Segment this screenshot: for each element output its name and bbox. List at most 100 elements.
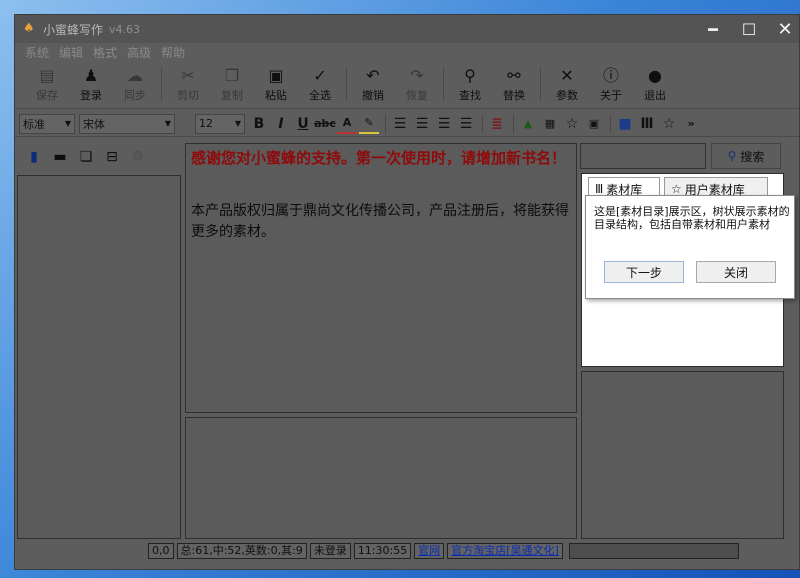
menu-help[interactable]: 帮助	[161, 44, 185, 61]
editor-panel[interactable]	[185, 143, 577, 413]
toolbar-button-label: 查找	[459, 89, 481, 102]
menu-system[interactable]: 系统	[25, 44, 49, 61]
align-center-icon[interactable]: ☰	[412, 114, 432, 134]
user-icon: ♟	[83, 66, 99, 85]
outline-icon[interactable]: ⊟	[101, 146, 123, 168]
toolbar-button-replace[interactable]: ⚯ 替换	[492, 61, 536, 107]
magnifier-icon: ⚲	[727, 149, 737, 163]
toolbar-button-undo[interactable]: ↶ 撤销	[351, 61, 395, 107]
font-select-value: 宋体	[83, 117, 105, 131]
menu-bar: 系统 编辑 格式 高级 帮助	[15, 43, 799, 61]
book-icon[interactable]: ▮	[23, 146, 45, 168]
align-left-icon[interactable]: ☰	[390, 114, 410, 134]
search-button[interactable]: ⚲ 搜索	[711, 143, 781, 169]
next-step-button[interactable]: 下一步	[604, 261, 684, 283]
divider	[161, 67, 162, 101]
font-size-select[interactable]: 12 ▼	[195, 113, 245, 134]
exit-icon: ●	[648, 66, 662, 85]
toolbar-button-scissors[interactable]: ✂ 剪切	[166, 61, 210, 107]
strikethrough-icon[interactable]: abc	[314, 114, 336, 134]
paragraph-icon[interactable]: ≣	[487, 114, 507, 134]
toolbar-button-label: 关于	[600, 89, 622, 102]
favorite-icon[interactable]: ☆	[659, 114, 679, 134]
menu-format[interactable]: 格式	[93, 44, 117, 61]
status-bar: 0,0 总:61,中:52,英数:0,其:9 未登录 11:30:55 官网 官…	[15, 541, 799, 561]
toolbar-button-label: 全选	[309, 89, 331, 102]
menu-advanced[interactable]: 高级	[127, 44, 151, 61]
tooltip-close-button[interactable]: 关闭	[696, 261, 776, 283]
layout-icon[interactable]: ■	[615, 114, 635, 134]
title-bar[interactable]: ♠ 小蜜蜂写作 v4.63 ━ ☐ ✕	[15, 15, 799, 43]
star-icon[interactable]: ☆	[562, 114, 582, 134]
folder-icon[interactable]: ▬	[49, 146, 71, 168]
style-select-value: 标准	[23, 117, 45, 131]
italic-icon[interactable]: I	[271, 114, 291, 134]
toolbar-button-label: 剪切	[177, 89, 199, 102]
font-color-icon[interactable]: A	[337, 114, 357, 134]
undo-icon: ↶	[366, 66, 380, 85]
search-icon: ⚲	[464, 66, 476, 85]
toolbar-button-label: 恢复	[406, 89, 428, 102]
scissors-icon: ✂	[181, 66, 195, 85]
justify-icon[interactable]: ☰	[456, 114, 476, 134]
toolbar-button-exit[interactable]: ● 退出	[633, 61, 677, 107]
toolbar-button-check-all[interactable]: ✓ 全选	[298, 61, 342, 107]
material-preview-panel[interactable]	[581, 371, 784, 539]
bold-icon[interactable]: B	[249, 114, 269, 134]
close-button[interactable]: ✕	[767, 15, 799, 43]
toolbar-button-user[interactable]: ♟ 登录	[69, 61, 113, 107]
tooltip-message: 这是[素材目录]展示区，树状展示素材的目录结构，包括自带素材和用户素材	[594, 205, 790, 231]
more-icon[interactable]: »	[681, 114, 701, 134]
toolbar-button-save[interactable]: ▤ 保存	[25, 61, 69, 107]
table-icon[interactable]: ▦	[540, 114, 560, 134]
official-site-link[interactable]: 官网	[414, 543, 445, 559]
word-count: 总:61,中:52,英数:0,其:9	[176, 543, 307, 559]
copy-icon: ❐	[224, 66, 240, 85]
divider	[513, 114, 514, 133]
divider	[346, 67, 347, 101]
minimize-button[interactable]: ━	[695, 15, 731, 43]
cursor-position: 0,0	[148, 543, 174, 559]
book-tree-panel[interactable]	[17, 175, 181, 539]
chevron-down-icon: ▼	[64, 118, 71, 128]
bee-logo-icon: ♠	[23, 21, 35, 36]
gallery-icon[interactable]: ▣	[584, 114, 604, 134]
toolbar-button-copy[interactable]: ❐ 复制	[210, 61, 254, 107]
copyright-notice: 本产品版权归属于鼎尚文化传播公司，产品注册后，将能获得更多的素材。	[191, 203, 569, 240]
font-select[interactable]: 宋体 ▼	[79, 113, 175, 134]
toolbar-button-redo[interactable]: ↷ 恢复	[395, 61, 439, 107]
tools-icon: ✕	[560, 66, 574, 85]
taobao-shop-link[interactable]: 官方淘宝店[昊通文化]	[447, 543, 563, 559]
style-select[interactable]: 标准 ▼	[19, 113, 75, 134]
toolbar-button-info[interactable]: ⓘ 关于	[589, 61, 633, 107]
bookshelf-icon[interactable]: Ⅲ	[637, 114, 657, 134]
documents-icon[interactable]: ❏	[75, 146, 97, 168]
material-search-input[interactable]	[580, 143, 706, 169]
menu-edit[interactable]: 编辑	[59, 44, 83, 61]
notes-panel[interactable]	[185, 417, 577, 539]
toolbar-button-label: 粘贴	[265, 89, 287, 102]
divider	[385, 114, 386, 133]
login-status: 未登录	[309, 543, 351, 559]
replace-icon: ⚯	[507, 66, 521, 85]
toolbar-button-label: 替换	[503, 89, 525, 102]
image-icon[interactable]: ▲	[518, 114, 538, 134]
toolbar-button-search[interactable]: ⚲ 查找	[448, 61, 492, 107]
highlight-icon[interactable]: ✎	[359, 114, 379, 134]
trash-icon[interactable]: ♲	[127, 146, 149, 168]
toolbar-button-tools[interactable]: ✕ 参数	[545, 61, 589, 107]
search-button-label: 搜索	[740, 149, 765, 164]
font-size-value: 12	[199, 117, 213, 130]
save-icon: ▤	[39, 66, 55, 85]
underline-icon[interactable]: U	[293, 114, 313, 134]
align-right-icon[interactable]: ☰	[434, 114, 454, 134]
window-title: 小蜜蜂写作	[43, 22, 104, 37]
toolbar-button-label: 同步	[124, 89, 146, 102]
toolbar-button-label: 撤销	[362, 89, 384, 102]
toolbar-button-paste[interactable]: ▣ 粘贴	[254, 61, 298, 107]
check-all-icon: ✓	[313, 66, 327, 85]
toolbar-button-cloud[interactable]: ☁ 同步	[113, 61, 157, 107]
maximize-button[interactable]: ☐	[731, 15, 767, 43]
format-toolbar: 标准 ▼ 宋体 ▼ 12 ▼ B I U abc A ✎ ☰ ☰ ☰ ☰ ≣ ▲…	[15, 111, 799, 137]
library-icon: Ⅲ	[595, 182, 604, 196]
